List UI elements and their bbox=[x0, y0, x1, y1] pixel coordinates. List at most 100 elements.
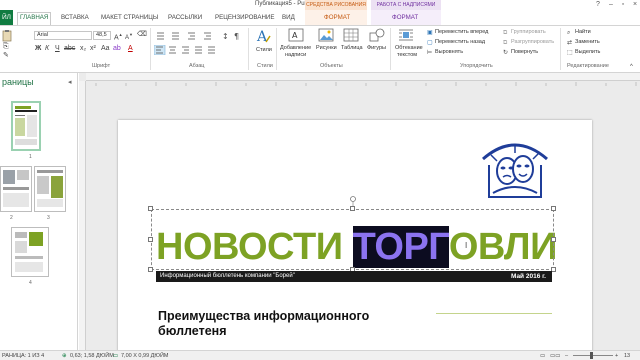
zoom-out-icon[interactable]: – bbox=[565, 353, 568, 359]
rotate-icon[interactable]: ↻ bbox=[503, 49, 508, 57]
tab-page-layout[interactable]: МАКЕТ СТРАНИЦЫ bbox=[101, 14, 158, 21]
collapse-ribbon-icon[interactable]: ^ bbox=[630, 63, 633, 71]
rotate-handle-icon[interactable] bbox=[348, 195, 358, 207]
bring-forward-label[interactable]: Переместить вперед bbox=[435, 29, 488, 35]
table-icon[interactable] bbox=[343, 28, 359, 42]
status-bar: РАНИЦА: 1 ИЗ 4 ⊕ 0,63; 1,58 ДЮЙМ ▭ 7,00 … bbox=[0, 350, 640, 360]
group-label-arrange: Упорядочить bbox=[460, 63, 493, 69]
select-icon[interactable]: ⬚ bbox=[567, 49, 573, 57]
position-icon: ⊕ bbox=[62, 353, 67, 359]
page-thumbnail-2[interactable] bbox=[0, 166, 32, 212]
group-label-editing: Редактирование bbox=[567, 63, 609, 69]
wrap-text-icon[interactable] bbox=[398, 28, 414, 42]
send-backward-label[interactable]: Переместить назад bbox=[435, 39, 485, 45]
find-label[interactable]: Найти bbox=[575, 29, 591, 35]
group-label-objects: Объекты bbox=[320, 63, 343, 69]
strike-icon[interactable]: abc bbox=[64, 45, 75, 53]
text-box-icon[interactable]: A bbox=[288, 28, 304, 42]
shapes-label[interactable]: Фигуры bbox=[367, 45, 386, 51]
group-icon[interactable]: ⧉ bbox=[503, 29, 507, 37]
superscript-icon[interactable]: x² bbox=[90, 45, 96, 53]
wrap-text-label-2[interactable]: текстом bbox=[397, 52, 417, 58]
ungroup-icon[interactable]: ⧉ bbox=[503, 39, 507, 47]
help-button[interactable]: ? bbox=[592, 0, 604, 10]
select-label[interactable]: Выделить bbox=[575, 49, 600, 55]
add-text-box-label-2[interactable]: надписи bbox=[285, 52, 306, 58]
zoom-level[interactable]: 13 bbox=[624, 353, 630, 359]
wrap-text-label-1[interactable]: Обтекание bbox=[395, 45, 423, 51]
change-case-icon[interactable]: Aa bbox=[101, 45, 110, 53]
align-icon[interactable]: ⊨ bbox=[427, 49, 432, 57]
page-thumbnail-4[interactable] bbox=[11, 227, 49, 277]
styles-button-label[interactable]: Стили bbox=[256, 47, 272, 53]
resize-handle[interactable] bbox=[148, 206, 153, 211]
underline-icon[interactable]: Ч bbox=[55, 45, 60, 53]
text-box-selection[interactable] bbox=[151, 209, 554, 270]
group-label[interactable]: Группировать bbox=[511, 29, 546, 35]
tab-review[interactable]: РЕЦЕНЗИРОВАНИЕ bbox=[215, 14, 275, 21]
resize-handle[interactable] bbox=[148, 267, 153, 272]
close-button[interactable]: × bbox=[629, 0, 640, 10]
resize-handle[interactable] bbox=[551, 206, 556, 211]
page-number-2: 2 bbox=[10, 215, 13, 221]
tab-insert[interactable]: ВСТАВКА bbox=[61, 14, 89, 21]
copy-icon[interactable]: ⎘ bbox=[3, 43, 9, 51]
bold-icon[interactable]: Ж bbox=[35, 45, 41, 53]
newsletter-banner[interactable]: Информационный бюллетень компании "Борей… bbox=[156, 271, 552, 282]
add-text-box-label-1[interactable]: Добавление bbox=[280, 45, 311, 51]
align-buttons-icon[interactable] bbox=[154, 45, 244, 55]
status-page[interactable]: РАНИЦА: 1 ИЗ 4 bbox=[2, 353, 44, 359]
ungroup-label[interactable]: Разгруппировать bbox=[511, 39, 554, 45]
status-position: 0,63; 1,58 ДЮЙМ bbox=[70, 353, 114, 359]
tab-view[interactable]: ВИД bbox=[282, 14, 295, 21]
zoom-slider-thumb[interactable] bbox=[590, 352, 593, 359]
page-number-3: 3 bbox=[47, 215, 50, 221]
font-name-combo[interactable]: Arial bbox=[34, 31, 92, 40]
page-1-preview bbox=[15, 106, 37, 145]
page-thumbnail-1[interactable] bbox=[11, 101, 41, 151]
zoom-slider[interactable] bbox=[573, 355, 613, 356]
paste-icon[interactable] bbox=[2, 30, 12, 42]
resize-handle[interactable] bbox=[551, 237, 556, 242]
font-size-combo[interactable]: 48,5 bbox=[93, 31, 111, 40]
send-backward-icon[interactable]: ▢ bbox=[427, 39, 433, 47]
shrink-font-icon[interactable]: A▼ bbox=[125, 31, 133, 42]
minimize-button[interactable]: – bbox=[605, 0, 617, 10]
italic-icon[interactable]: К bbox=[45, 45, 49, 53]
table-label[interactable]: Таблица bbox=[341, 45, 363, 51]
pictures-icon[interactable] bbox=[318, 28, 334, 42]
pages-pane-header: раницы bbox=[2, 77, 34, 87]
format-painter-icon[interactable]: ✎ bbox=[3, 52, 9, 60]
maximize-button[interactable]: ▫ bbox=[617, 0, 629, 10]
tab-file[interactable]: ЙЛ bbox=[0, 10, 13, 25]
shapes-icon[interactable] bbox=[369, 28, 385, 42]
grow-font-icon[interactable]: A▲ bbox=[114, 31, 123, 42]
replace-label[interactable]: Заменить bbox=[575, 39, 600, 45]
replace-icon[interactable]: ⇄ bbox=[567, 39, 572, 47]
article-title[interactable]: Преимущества информационного бюллетеня bbox=[158, 309, 388, 339]
tab-format-text[interactable]: ФОРМАТ bbox=[392, 14, 418, 21]
pane-collapse-icon[interactable]: ◂ bbox=[68, 78, 72, 86]
page-thumbnail-3[interactable] bbox=[34, 166, 66, 212]
find-icon[interactable]: ⌕ bbox=[567, 29, 570, 37]
align-label[interactable]: Выровнять bbox=[435, 49, 463, 55]
tab-format-drawing[interactable]: ФОРМАТ bbox=[324, 14, 350, 21]
view-single-page-icon[interactable]: ▭ bbox=[540, 353, 545, 359]
zoom-in-icon[interactable]: + bbox=[615, 353, 618, 359]
bring-forward-icon[interactable]: ▣ bbox=[427, 29, 433, 37]
rotate-label[interactable]: Повернуть bbox=[511, 49, 538, 55]
banner-date: Май 2016 г. bbox=[510, 272, 546, 280]
view-two-pages-icon[interactable]: ▭▭ bbox=[550, 353, 560, 359]
tab-home[interactable]: ГЛАВНАЯ bbox=[20, 14, 48, 21]
separator bbox=[150, 28, 151, 70]
font-color-icon[interactable]: A bbox=[128, 45, 133, 53]
separator bbox=[560, 28, 561, 70]
styles-icon[interactable]: A bbox=[256, 28, 272, 44]
clear-format-icon[interactable]: ⌫ bbox=[137, 31, 147, 39]
subscript-icon[interactable]: x₂ bbox=[80, 45, 86, 53]
highlight-icon[interactable]: ab bbox=[113, 45, 121, 53]
resize-handle[interactable] bbox=[148, 237, 153, 242]
tab-mailings[interactable]: РАССЫЛКИ bbox=[168, 14, 202, 21]
pictures-label[interactable]: Рисунки bbox=[316, 45, 337, 51]
list-buttons-icon[interactable]: ↕ ¶ bbox=[154, 31, 244, 41]
